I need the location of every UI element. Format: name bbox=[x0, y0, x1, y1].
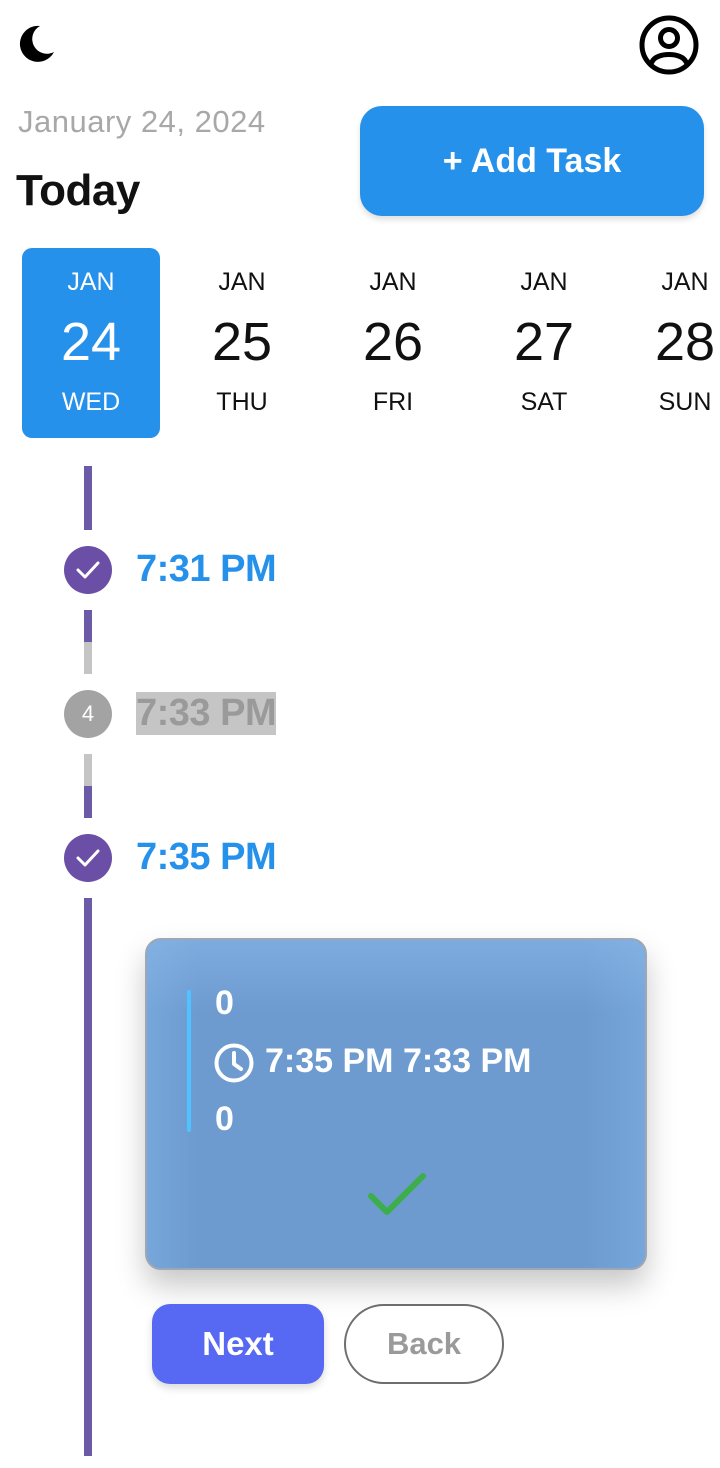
date-item-jan-24[interactable]: JAN 24 WED bbox=[22, 248, 160, 438]
add-task-button[interactable]: + Add Task bbox=[360, 106, 704, 216]
task-time-range: 7:35 PM 7:33 PM bbox=[265, 1042, 532, 1080]
timeline-connector bbox=[84, 610, 92, 642]
timeline-step-done bbox=[64, 546, 112, 594]
timeline-step-pending: 4 bbox=[64, 690, 112, 738]
page-title: Today bbox=[16, 166, 140, 215]
date-item-jan-27[interactable]: JAN 27 SAT bbox=[475, 248, 613, 438]
date-item-jan-25[interactable]: JAN 25 THU bbox=[173, 248, 311, 438]
moon-icon[interactable] bbox=[14, 22, 58, 66]
date-item-jan-28[interactable]: JAN 28 SUN bbox=[616, 248, 720, 438]
timeline-time[interactable]: 7:33 PM bbox=[136, 692, 277, 735]
check-icon bbox=[76, 849, 100, 867]
timeline-time[interactable]: 7:31 PM bbox=[136, 548, 277, 591]
date-weekday: FRI bbox=[372, 388, 414, 416]
date-weekday: SUN bbox=[658, 388, 712, 416]
current-date: January 24, 2024 bbox=[18, 104, 266, 139]
timeline-connector bbox=[84, 466, 92, 530]
date-weekday: SAT bbox=[520, 388, 568, 416]
task-card[interactable]: 0 7:35 PM 7:33 PM 0 bbox=[145, 938, 647, 1270]
check-icon bbox=[368, 1173, 426, 1215]
date-item-jan-26[interactable]: JAN 26 FRI bbox=[324, 248, 462, 438]
task-bottom-value: 0 bbox=[215, 1100, 234, 1138]
timeline-step-done bbox=[64, 834, 112, 882]
date-day: 27 bbox=[513, 312, 575, 372]
date-day: 28 bbox=[654, 312, 716, 372]
timeline-connector bbox=[84, 642, 92, 674]
date-weekday: THU bbox=[216, 388, 268, 416]
timeline-connector bbox=[84, 754, 92, 786]
user-circle-icon[interactable] bbox=[638, 14, 700, 76]
clock-icon bbox=[214, 1043, 254, 1083]
date-day: 25 bbox=[211, 312, 273, 372]
back-button[interactable]: Back bbox=[344, 1304, 504, 1384]
timeline-connector bbox=[84, 786, 92, 818]
next-button[interactable]: Next bbox=[152, 1304, 324, 1384]
date-weekday: WED bbox=[61, 388, 121, 416]
date-month: JAN bbox=[67, 268, 115, 296]
date-month: JAN bbox=[520, 268, 568, 296]
date-month: JAN bbox=[218, 268, 266, 296]
date-day: 26 bbox=[362, 312, 424, 372]
date-strip: JAN 24 WED JAN 25 THU JAN 26 FRI JAN 27 … bbox=[0, 248, 720, 440]
task-top-value: 0 bbox=[215, 984, 234, 1022]
date-day: 24 bbox=[60, 312, 122, 372]
date-month: JAN bbox=[369, 268, 417, 296]
card-accent-bar bbox=[187, 990, 191, 1132]
check-icon bbox=[76, 561, 100, 579]
timeline-connector bbox=[84, 898, 92, 1456]
date-month: JAN bbox=[661, 268, 709, 296]
timeline-time[interactable]: 7:35 PM bbox=[136, 836, 277, 879]
